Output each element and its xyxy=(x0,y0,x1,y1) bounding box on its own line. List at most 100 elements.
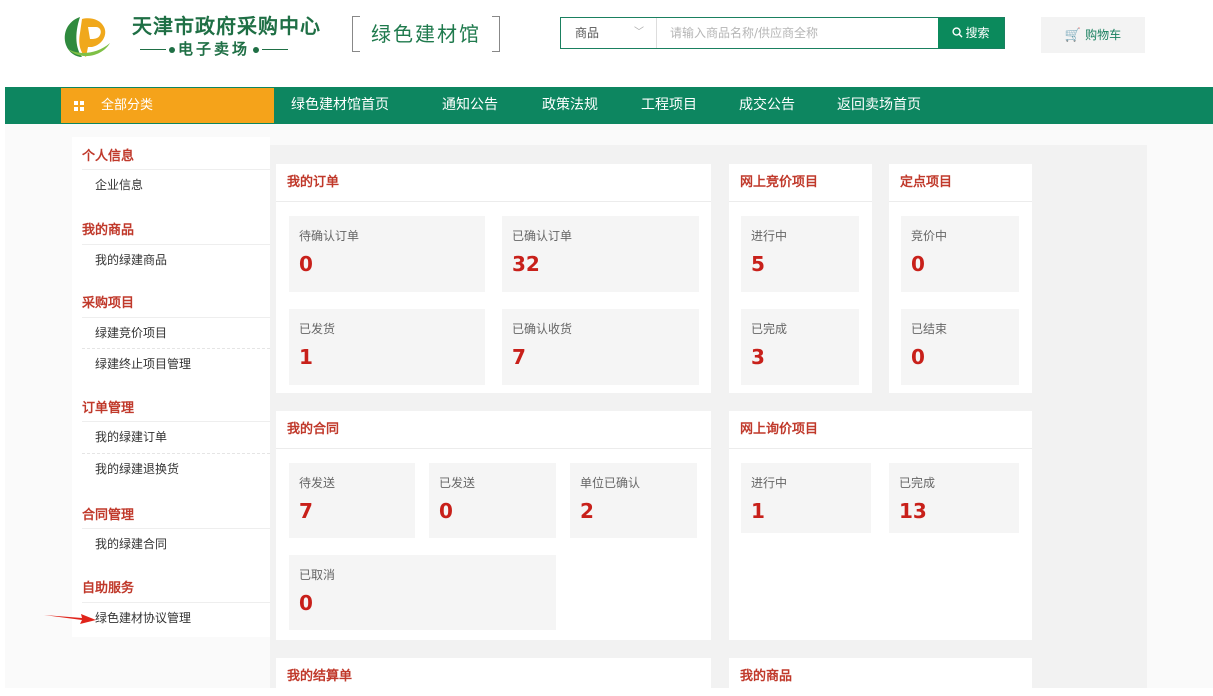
sidebar: 个人信息 企业信息 我的商品 我的绿建商品 采购项目 绿建竞价项目 绿建终止项目… xyxy=(72,137,270,637)
sidebar-item-agreement-management[interactable]: 绿色建材协议管理 xyxy=(82,602,270,632)
tile-label: 进行中 xyxy=(751,229,788,243)
tile-inquiry-completed[interactable]: 已完成 13 xyxy=(889,463,1019,533)
nav-item-back-to-mall[interactable]: 返回卖场首页 xyxy=(837,87,921,124)
tile-inquiry-in-progress[interactable]: 进行中 1 xyxy=(741,463,871,533)
tile-label: 待发送 xyxy=(299,476,336,490)
orders-panel-title: 我的订单 xyxy=(276,164,711,202)
products-panel-title: 我的商品 xyxy=(740,669,793,684)
fixed-panel-title: 定点项目 xyxy=(889,164,1032,202)
sidebar-item-bidding-projects[interactable]: 绿建竞价项目 xyxy=(82,317,270,347)
nav-item-deals[interactable]: 成交公告 xyxy=(739,87,795,124)
tile-label: 已确认订单 xyxy=(512,229,573,243)
sidebar-item-company-info[interactable]: 企业信息 xyxy=(82,169,270,199)
red-arrow-annotation xyxy=(44,614,96,624)
tile-value: 7 xyxy=(299,499,313,523)
inquiry-panel-title: 网上询价项目 xyxy=(729,411,1032,449)
tile-bidding-in-progress[interactable]: 进行中 5 xyxy=(741,216,859,292)
venue-title: 绿色建材馆 xyxy=(352,16,500,52)
cart-icon: 🛒 xyxy=(1064,28,1082,43)
all-categories-button[interactable]: 全部分类 xyxy=(61,88,274,123)
site-header: 天津市政府采购中心 电子卖场 绿色建材馆 商品 ﹀ 搜索 🛒购物车 xyxy=(0,0,1213,88)
tile-value: 0 xyxy=(439,499,453,523)
venue-title-text: 绿色建材馆 xyxy=(371,22,481,46)
main-nav: 全部分类 绿色建材馆首页 通知公告 政策法规 工程项目 成交公告 返回卖场首页 xyxy=(5,87,1213,124)
tile-confirmed-orders[interactable]: 已确认订单 32 xyxy=(502,216,699,292)
tile-label: 竞价中 xyxy=(911,229,948,243)
tile-fixed-ended[interactable]: 已结束 0 xyxy=(901,309,1019,385)
settlement-panel-title: 我的结算单 xyxy=(287,669,353,684)
search-button[interactable]: 搜索 xyxy=(938,18,1004,48)
tile-label: 已确认收货 xyxy=(512,322,573,336)
tile-fixed-bidding[interactable]: 竞价中 0 xyxy=(901,216,1019,292)
site-title: 天津市政府采购中心 xyxy=(132,14,321,38)
tile-contract-sent[interactable]: 已发送 0 xyxy=(429,463,556,538)
tile-value: 0 xyxy=(911,252,925,276)
bidding-panel: 网上竞价项目 进行中 5 已完成 3 xyxy=(729,164,872,393)
nav-item-policies[interactable]: 政策法规 xyxy=(542,87,598,124)
tile-label: 已发送 xyxy=(439,476,476,490)
tile-value: 3 xyxy=(751,345,765,369)
sidebar-group-orders: 订单管理 xyxy=(82,401,135,416)
products-panel: 我的商品 xyxy=(729,658,1032,688)
tile-contract-cancelled[interactable]: 已取消 0 xyxy=(289,555,556,630)
tile-value: 7 xyxy=(512,345,526,369)
tile-value: 13 xyxy=(899,499,927,523)
sidebar-group-purchase: 采购项目 xyxy=(82,296,135,311)
search-category-value: 商品 xyxy=(575,26,600,40)
tile-shipped[interactable]: 已发货 1 xyxy=(289,309,485,385)
sidebar-group-contracts: 合同管理 xyxy=(82,508,135,523)
tile-value: 5 xyxy=(751,252,765,276)
sidebar-group-personal: 个人信息 xyxy=(82,149,135,164)
tile-label: 已取消 xyxy=(299,568,336,582)
tile-label: 单位已确认 xyxy=(580,476,641,490)
sidebar-item-returns[interactable]: 我的绿建退换货 xyxy=(82,453,270,483)
contracts-panel-title: 我的合同 xyxy=(276,411,711,449)
fixed-panel: 定点项目 竞价中 0 已结束 0 xyxy=(889,164,1032,393)
tile-value: 0 xyxy=(299,252,313,276)
sidebar-item-terminated-projects[interactable]: 绿建终止项目管理 xyxy=(82,348,270,378)
nav-item-home[interactable]: 绿色建材馆首页 xyxy=(291,87,389,124)
logo-icon xyxy=(64,17,110,57)
site-subtitle: 电子卖场 xyxy=(140,38,289,59)
bidding-panel-title: 网上竞价项目 xyxy=(729,164,872,202)
grid-icon xyxy=(74,101,84,111)
all-categories-label: 全部分类 xyxy=(101,98,154,113)
tile-value: 1 xyxy=(751,499,765,523)
sidebar-item-my-contracts[interactable]: 我的绿建合同 xyxy=(82,528,270,558)
chevron-down-icon: ﹀ xyxy=(634,27,644,38)
cart-label: 购物车 xyxy=(1085,28,1122,42)
tile-contract-confirmed[interactable]: 单位已确认 2 xyxy=(570,463,697,538)
tile-label: 待确认订单 xyxy=(299,229,360,243)
inquiry-panel: 网上询价项目 进行中 1 已完成 13 xyxy=(729,411,1032,640)
cart-button[interactable]: 🛒 购物车 xyxy=(1041,17,1145,53)
tile-label: 已完成 xyxy=(751,322,788,336)
tile-value: 0 xyxy=(299,591,313,615)
sidebar-item-my-products[interactable]: 我的绿建商品 xyxy=(82,244,270,274)
tile-pending-orders[interactable]: 待确认订单 0 xyxy=(289,216,485,292)
search-icon xyxy=(952,27,964,38)
nav-item-notices[interactable]: 通知公告 xyxy=(442,87,498,124)
tile-value: 1 xyxy=(299,345,313,369)
search-input[interactable] xyxy=(658,18,938,48)
tile-contract-to-send[interactable]: 待发送 7 xyxy=(289,463,415,538)
site-subtitle-text: 电子卖场 xyxy=(178,40,251,58)
settlement-panel: 我的结算单 xyxy=(276,658,711,688)
sidebar-group-products: 我的商品 xyxy=(82,223,135,238)
tile-value: 0 xyxy=(911,345,925,369)
tile-value: 2 xyxy=(580,499,594,523)
sidebar-group-self-service: 自助服务 xyxy=(82,581,135,596)
search-category-select[interactable]: 商品 ﹀ xyxy=(561,18,657,48)
search-bar: 商品 ﹀ 搜索 xyxy=(560,17,1005,49)
tile-received[interactable]: 已确认收货 7 xyxy=(502,309,699,385)
orders-panel: 我的订单 待确认订单 0 已确认订单 32 已发货 1 已确认收货 7 xyxy=(276,164,711,393)
tile-label: 进行中 xyxy=(751,476,788,490)
contracts-panel: 我的合同 待发送 7 已发送 0 单位已确认 2 已取消 0 xyxy=(276,411,711,640)
tile-label: 已发货 xyxy=(299,322,336,336)
sidebar-item-my-orders[interactable]: 我的绿建订单 xyxy=(82,421,270,451)
nav-item-projects[interactable]: 工程项目 xyxy=(641,87,697,124)
tile-label: 已完成 xyxy=(899,476,936,490)
search-button-label: 搜索 xyxy=(965,26,990,40)
tile-bidding-completed[interactable]: 已完成 3 xyxy=(741,309,859,385)
tile-value: 32 xyxy=(512,252,540,276)
tile-label: 已结束 xyxy=(911,322,948,336)
